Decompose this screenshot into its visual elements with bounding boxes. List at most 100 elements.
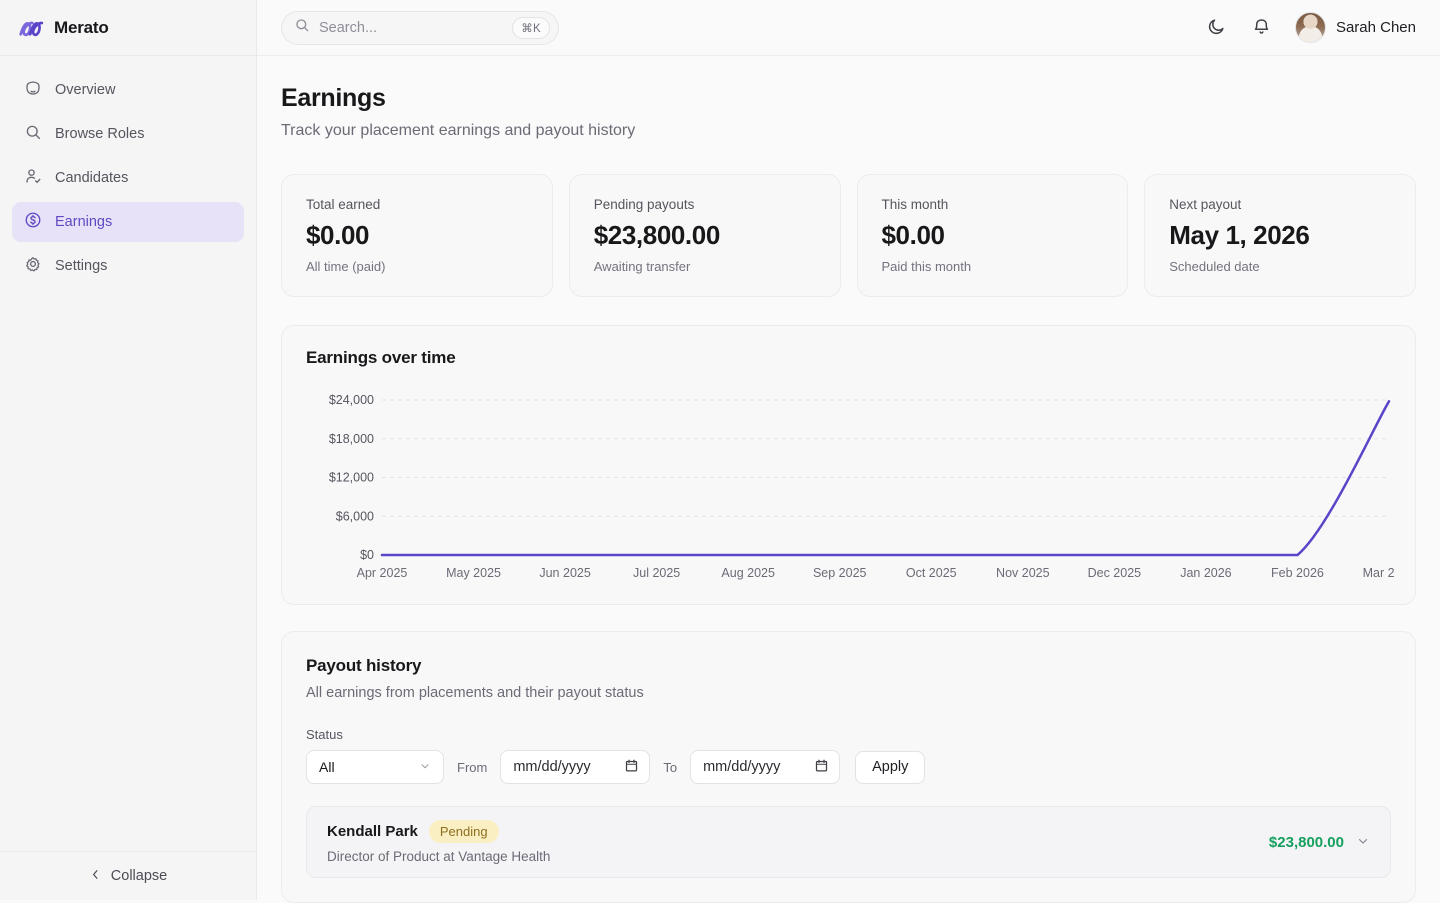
- stat-value: May 1, 2026: [1169, 220, 1391, 251]
- dollar-circle-icon: [24, 211, 42, 233]
- from-label: From: [457, 760, 487, 775]
- calendar-icon: [814, 758, 829, 777]
- status-badge: Pending: [429, 820, 499, 843]
- page-subtitle: Track your placement earnings and payout…: [281, 122, 1416, 140]
- x-axis-tick: May 2025: [446, 566, 501, 580]
- stat-label: Pending payouts: [594, 197, 816, 212]
- status-select[interactable]: All: [306, 750, 444, 784]
- status-select-value: All: [319, 759, 335, 775]
- x-axis-tick: Oct 2025: [906, 566, 957, 580]
- chevron-down-icon: [419, 759, 431, 775]
- stat-caption: Scheduled date: [1169, 259, 1391, 274]
- sidebar-nav: Overview Browse Roles Candidates Earning…: [0, 56, 256, 851]
- earnings-chart-card: Earnings over time $0 $6,000 $12,000 $18,00…: [281, 325, 1416, 605]
- earnings-line-series: [382, 401, 1389, 555]
- calendar-icon: [624, 758, 639, 777]
- apply-button[interactable]: Apply: [855, 751, 925, 784]
- x-axis-tick: Aug 2025: [721, 566, 775, 580]
- payout-row-left: Kendall Park Pending Director of Product…: [327, 820, 550, 864]
- chevron-left-icon: [89, 868, 102, 885]
- stat-label: Next payout: [1169, 197, 1391, 212]
- avatar: [1295, 12, 1326, 43]
- payout-history-title: Payout history: [306, 656, 1391, 676]
- payout-row[interactable]: Kendall Park Pending Director of Product…: [306, 806, 1391, 878]
- merato-logo-icon: [18, 17, 45, 39]
- payout-history-card: Payout history All earnings from placeme…: [281, 631, 1416, 903]
- y-axis-tick: $12,000: [329, 471, 374, 485]
- header-actions: Sarah Chen: [1205, 12, 1416, 43]
- home-icon: [24, 79, 42, 101]
- x-axis-tick: Apr 2025: [357, 566, 408, 580]
- payout-candidate-role: Director of Product at Vantage Health: [327, 849, 550, 864]
- y-axis-tick: $18,000: [329, 432, 374, 446]
- stat-caption: Awaiting transfer: [594, 259, 816, 274]
- search-icon: [294, 17, 310, 38]
- stat-card-next-payout: Next payout May 1, 2026 Scheduled date: [1144, 174, 1416, 297]
- stat-card-pending-payouts: Pending payouts $23,800.00 Awaiting tran…: [569, 174, 841, 297]
- x-axis-tick: Jun 2025: [539, 566, 590, 580]
- top-bar: Search... ⌘K Sarah Chen: [257, 0, 1440, 56]
- sidebar-item-earnings[interactable]: Earnings: [12, 202, 244, 242]
- stat-label: Total earned: [306, 197, 528, 212]
- sidebar: Merato Overview Browse Roles Candidates …: [0, 0, 257, 900]
- sidebar-item-overview[interactable]: Overview: [12, 70, 244, 110]
- stat-card-total-earned: Total earned $0.00 All time (paid): [281, 174, 553, 297]
- x-axis-tick: Feb 2026: [1271, 566, 1324, 580]
- sidebar-item-label: Settings: [55, 258, 107, 274]
- sidebar-item-candidates[interactable]: Candidates: [12, 158, 244, 198]
- brand[interactable]: Merato: [0, 0, 256, 56]
- search-icon: [24, 123, 42, 145]
- sidebar-item-label: Overview: [55, 82, 115, 98]
- x-axis-tick: Nov 2025: [996, 566, 1050, 580]
- payout-filters: All From mm/dd/yyyy To mm/dd/yyyy Apply: [306, 750, 1391, 784]
- search-shortcut-badge: ⌘K: [512, 17, 550, 39]
- to-label: To: [663, 760, 677, 775]
- moon-icon: [1207, 17, 1226, 39]
- x-axis-tick: Mar 2026: [1363, 566, 1394, 580]
- stat-cards: Total earned $0.00 All time (paid) Pendi…: [281, 174, 1416, 297]
- x-axis-tick: Jan 2026: [1180, 566, 1231, 580]
- bell-icon: [1252, 17, 1271, 39]
- stat-caption: All time (paid): [306, 259, 528, 274]
- from-date-input[interactable]: mm/dd/yyyy: [500, 750, 650, 784]
- stat-value: $0.00: [882, 220, 1104, 251]
- chart-title: Earnings over time: [306, 348, 1391, 368]
- payout-candidate-name: Kendall Park: [327, 823, 418, 840]
- payout-history-subtitle: All earnings from placements and their p…: [306, 685, 1391, 701]
- gear-icon: [24, 255, 42, 277]
- status-filter-label: Status: [306, 727, 1391, 742]
- notifications-button[interactable]: [1250, 15, 1273, 41]
- sidebar-item-label: Browse Roles: [55, 126, 144, 142]
- earnings-line-chart: $0$6,000$12,000$18,000$24,000Apr 2025May…: [306, 390, 1391, 588]
- x-axis-tick: Sep 2025: [813, 566, 867, 580]
- sidebar-item-label: Candidates: [55, 170, 128, 186]
- date-placeholder: mm/dd/yyyy: [513, 759, 590, 775]
- search-placeholder: Search...: [319, 20, 503, 36]
- y-axis-tick: $6,000: [336, 509, 374, 523]
- chevron-down-icon[interactable]: [1356, 834, 1370, 851]
- stat-value: $23,800.00: [594, 220, 816, 251]
- to-date-input[interactable]: mm/dd/yyyy: [690, 750, 840, 784]
- y-axis-tick: $0: [360, 548, 374, 562]
- user-menu[interactable]: Sarah Chen: [1295, 12, 1416, 43]
- dark-mode-toggle[interactable]: [1205, 15, 1228, 41]
- sidebar-item-label: Earnings: [55, 214, 112, 230]
- brand-name: Merato: [54, 18, 109, 38]
- x-axis-tick: Dec 2025: [1088, 566, 1142, 580]
- sidebar-item-browse-roles[interactable]: Browse Roles: [12, 114, 244, 154]
- date-placeholder: mm/dd/yyyy: [703, 759, 780, 775]
- x-axis-tick: Jul 2025: [633, 566, 680, 580]
- stat-caption: Paid this month: [882, 259, 1104, 274]
- stat-label: This month: [882, 197, 1104, 212]
- payout-amount: $23,800.00: [1269, 834, 1344, 851]
- sidebar-item-settings[interactable]: Settings: [12, 246, 244, 286]
- collapse-label: Collapse: [111, 868, 167, 884]
- payout-row-right: $23,800.00: [1269, 834, 1370, 851]
- stat-value: $0.00: [306, 220, 528, 251]
- search-input[interactable]: Search... ⌘K: [281, 11, 559, 45]
- stat-card-this-month: This month $0.00 Paid this month: [857, 174, 1129, 297]
- person-check-icon: [24, 167, 42, 189]
- main-content: Earnings Track your placement earnings a…: [257, 56, 1440, 900]
- sidebar-collapse-button[interactable]: Collapse: [0, 851, 256, 900]
- page-title: Earnings: [281, 84, 1416, 113]
